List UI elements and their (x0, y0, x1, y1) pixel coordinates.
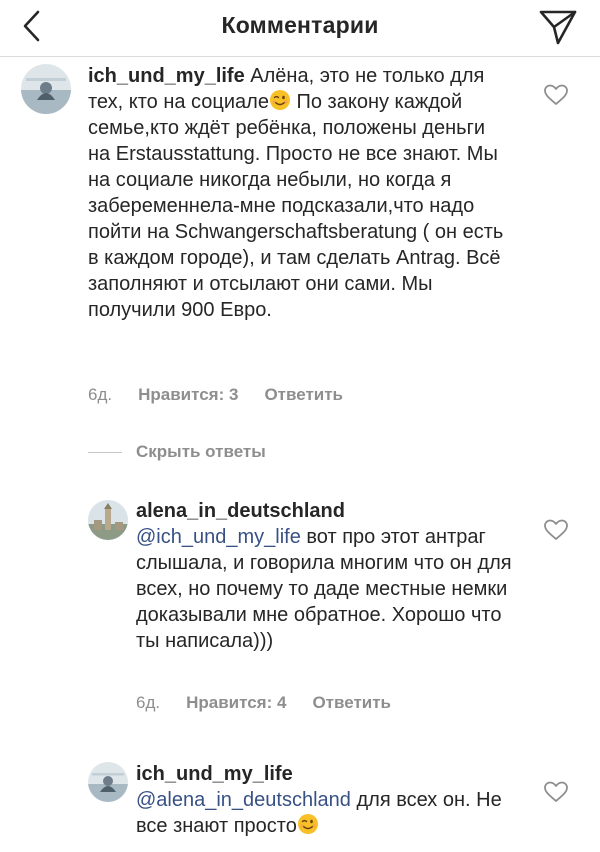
reply-body: alena_in_deutschland @ich_und_my_life во… (136, 498, 516, 654)
like-button[interactable] (543, 780, 569, 804)
reply-button[interactable]: Ответить (312, 693, 391, 712)
hide-replies-toggle[interactable]: Скрыть ответы (88, 442, 266, 464)
reply-time: 6д. (136, 693, 161, 712)
mention-link[interactable]: @alena_in_deutschland (136, 789, 351, 811)
hide-replies-label: Скрыть ответы (136, 442, 266, 461)
reply-meta: 6д. Нравится: 4 Ответить (136, 693, 417, 713)
reply-username[interactable]: alena_in_deutschland (136, 500, 345, 522)
avatar[interactable] (88, 500, 128, 540)
heart-icon (544, 519, 568, 540)
reply-button[interactable]: Ответить (264, 385, 343, 404)
winking-face-icon (269, 90, 290, 110)
heart-icon (544, 781, 568, 802)
like-button[interactable] (543, 518, 569, 542)
share-button[interactable] (538, 6, 578, 46)
like-button[interactable] (543, 83, 569, 107)
heart-icon (544, 84, 568, 105)
avatar[interactable] (88, 762, 128, 802)
comment-username[interactable]: ich_und_my_life (88, 65, 245, 87)
reply-username[interactable]: ich_und_my_life (136, 763, 293, 785)
comment-meta: 6д. Нравится: 3 Ответить (88, 385, 369, 405)
divider-line (88, 452, 122, 454)
comment-text-cont: По закону каждой семье,кто ждёт ребёнка,… (88, 91, 504, 321)
reply-body: ich_und_my_life @alena_in_deutschland дл… (136, 761, 516, 839)
page-title: Комментарии (221, 12, 379, 38)
winking-face-icon (297, 814, 318, 834)
likes-count[interactable]: Нравится: 4 (186, 693, 286, 712)
comment-time: 6д. (88, 385, 113, 404)
header-bar: Комментарии (0, 0, 600, 57)
paper-plane-icon (539, 10, 577, 45)
avatar[interactable] (21, 64, 71, 114)
mention-link[interactable]: @ich_und_my_life (136, 526, 301, 548)
comment-body: ich_und_my_life Алёна, это не только для… (88, 63, 508, 323)
likes-count[interactable]: Нравится: 3 (138, 385, 238, 404)
